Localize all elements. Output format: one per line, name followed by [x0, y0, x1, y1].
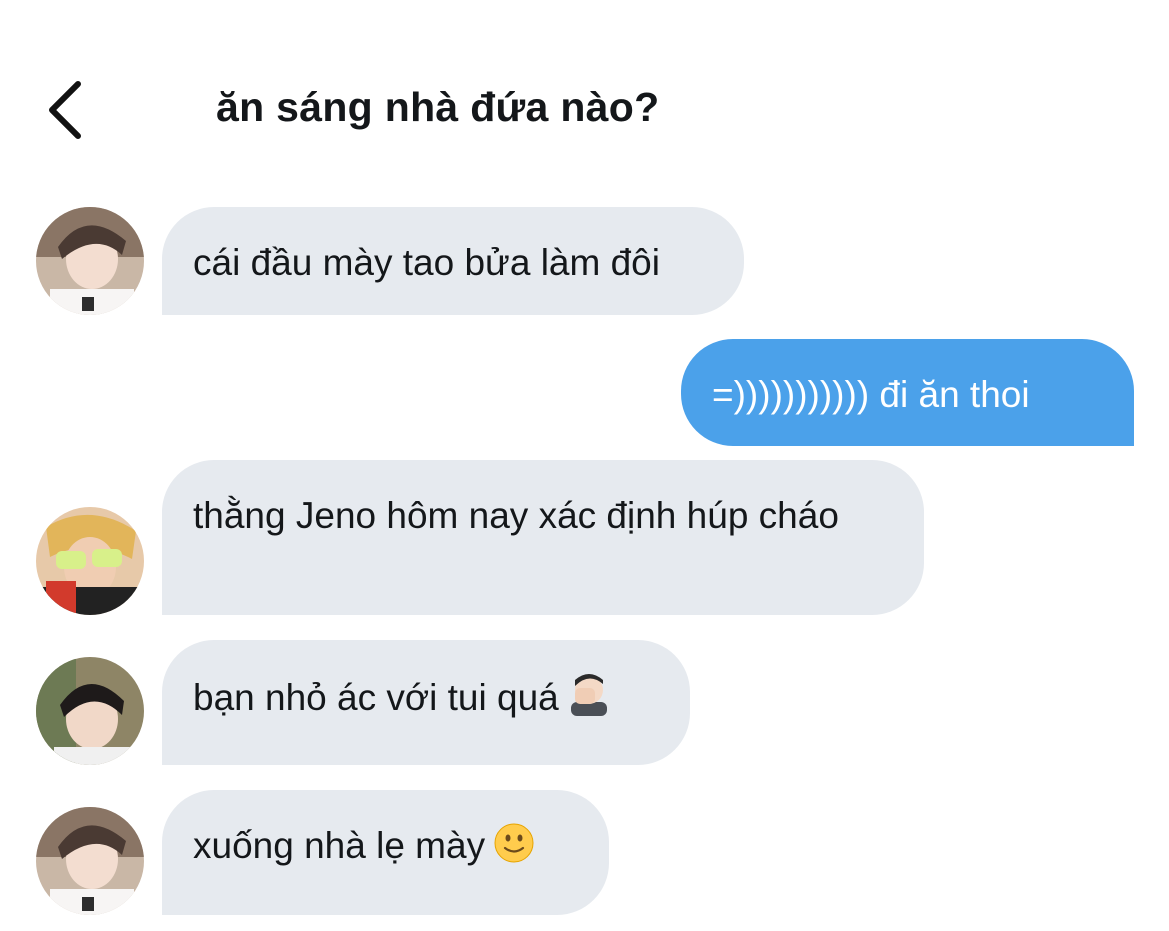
conversation-header: ăn sáng nhà đứa nào?	[0, 0, 1169, 180]
sender-avatar[interactable]	[36, 207, 144, 315]
sender-avatar[interactable]	[36, 807, 144, 915]
man-facepalming-emoji	[567, 672, 611, 716]
sender-avatar[interactable]	[36, 657, 144, 765]
conversation-title: ăn sáng nhà đứa nào?	[216, 84, 660, 130]
message-bubble-incoming[interactable]: cái đầu mày tao bửa làm đôi	[162, 207, 744, 315]
message-bubble-incoming[interactable]: bạn nhỏ ác với tui quá	[162, 640, 690, 765]
slightly-smiling-face-emoji	[493, 822, 535, 864]
chevron-left-icon	[49, 81, 81, 139]
sender-avatar[interactable]	[36, 507, 144, 615]
message-text: thằng Jeno hôm nay xác định húp cháo	[193, 495, 839, 536]
message-text: xuống nhà lẹ mày	[193, 825, 486, 866]
message-bubble-incoming[interactable]: xuống nhà lẹ mày	[162, 790, 609, 915]
back-button[interactable]	[30, 70, 100, 150]
message-text: =))))))))))) đi ăn thoi	[712, 374, 1030, 415]
message-bubble-incoming[interactable]: thằng Jeno hôm nay xác định húp cháo	[162, 460, 924, 615]
message-text: bạn nhỏ ác với tui quá	[193, 677, 559, 718]
message-text: cái đầu mày tao bửa làm đôi	[193, 242, 660, 283]
message-bubble-outgoing[interactable]: =))))))))))) đi ăn thoi	[681, 339, 1134, 446]
